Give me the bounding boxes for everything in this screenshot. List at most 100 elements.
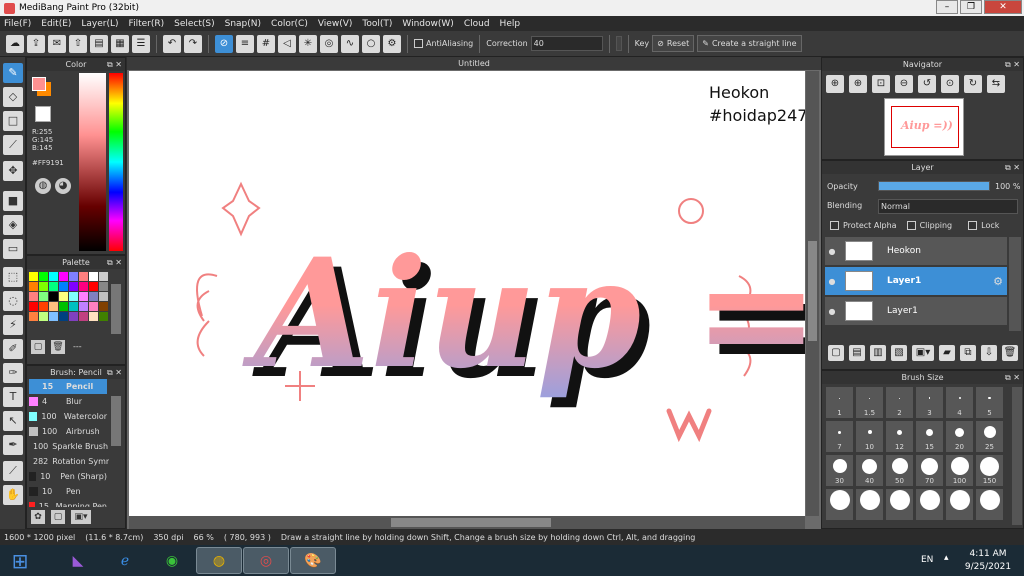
layer-settings-icon[interactable]: ⚙	[993, 275, 1003, 288]
document-icon[interactable]: ▤	[90, 34, 108, 53]
palette-swatch[interactable]	[59, 302, 68, 311]
internet-explorer-icon[interactable]: ℯ	[102, 547, 148, 574]
delete-layer-icon[interactable]: 🗑	[1002, 345, 1018, 361]
palette-swatch[interactable]	[59, 282, 68, 291]
brush-item[interactable]: 15 Mapping Pen	[29, 499, 107, 507]
gradient-tool-icon[interactable]: ▭	[3, 239, 23, 259]
brush-size-cell[interactable]: 70	[916, 455, 943, 486]
brush-size-cell[interactable]: 30	[826, 455, 853, 486]
palette-swatch[interactable]	[79, 292, 88, 301]
brush-item[interactable]: 10 Pen (Sharp)	[29, 469, 107, 484]
antialiasing-checkbox[interactable]	[414, 39, 423, 48]
palette-swatch[interactable]	[99, 272, 108, 281]
palette-swatch[interactable]	[39, 302, 48, 311]
lasso-tool-icon[interactable]: ◌	[3, 291, 23, 311]
panel-close-icon[interactable]: ⧉ ✕	[1005, 161, 1020, 174]
navigator-preview[interactable]: Aiup =))	[884, 98, 964, 156]
panel-close-icon[interactable]: ⧉ ✕	[107, 58, 122, 71]
radial-snap-icon[interactable]: ✳	[299, 34, 317, 53]
vertical-scroll-thumb[interactable]	[808, 241, 817, 341]
brush-size-scrollbar[interactable]	[1012, 387, 1022, 525]
brush-item[interactable]: 100 Watercolor	[29, 409, 107, 424]
palette-swatch[interactable]	[59, 312, 68, 321]
hand-tool-icon[interactable]: ✋	[3, 485, 23, 505]
text-tool-icon[interactable]: T	[3, 387, 23, 407]
menu-file[interactable]: File(F)	[4, 19, 31, 29]
brush-size-cell[interactable]: 1.5	[856, 387, 883, 418]
layer-type-menu-icon[interactable]: ▣▾	[912, 345, 934, 361]
horizontal-scrollbar[interactable]	[129, 516, 805, 529]
new-1bit-layer-icon[interactable]: ▧	[891, 345, 907, 361]
layer-row[interactable]: ● Layer1	[825, 297, 1007, 325]
eraser-tool-icon[interactable]: ◇	[3, 87, 23, 107]
brush-item[interactable]: 100 Airbrush	[29, 424, 107, 439]
brush-item[interactable]: 282Rotation Symmetry	[29, 454, 109, 469]
palette-swatch[interactable]	[29, 302, 38, 311]
palette-swatch[interactable]	[29, 312, 38, 321]
drawing-canvas[interactable]: Heokon #hoidap247 Aiup =)) Aiup =))	[129, 71, 805, 516]
brush-size-cell[interactable]: 7	[826, 421, 853, 452]
cloud-icon[interactable]: ☁	[6, 34, 24, 53]
brush-size-cell[interactable]: 2	[886, 387, 913, 418]
brush-size-cell[interactable]: 100	[946, 455, 973, 486]
add-palette-icon[interactable]: ▢	[31, 340, 45, 354]
color-picker-icon[interactable]: ◕	[55, 178, 71, 194]
menu-snap[interactable]: Snap(N)	[225, 19, 261, 29]
palette-swatch[interactable]	[29, 272, 38, 281]
brush-size-cell[interactable]: 3	[916, 387, 943, 418]
palette-swatch[interactable]	[59, 292, 68, 301]
brush-tool-icon[interactable]: ✎	[3, 63, 23, 83]
language-indicator[interactable]: EN	[921, 555, 933, 565]
move-tool-icon[interactable]: ✥	[3, 161, 23, 181]
palette-swatch[interactable]	[49, 302, 58, 311]
palette-swatch[interactable]	[69, 302, 78, 311]
menu-layer[interactable]: Layer(L)	[81, 19, 118, 29]
flip-icon[interactable]: ⇆	[987, 75, 1005, 93]
fill-tool-icon[interactable]: ◈	[3, 215, 23, 235]
palette-swatch[interactable]	[99, 312, 108, 321]
share-icon[interactable]: ⇪	[27, 34, 45, 53]
dot-tool-icon[interactable]: □	[3, 111, 23, 131]
reset-button[interactable]: ⊘ Reset	[652, 35, 695, 52]
fit-icon[interactable]: ⊡	[872, 75, 890, 93]
saturation-brightness-picker[interactable]	[79, 73, 106, 251]
palette-swatch[interactable]	[99, 302, 108, 311]
snap-off-icon[interactable]: ⊘	[215, 34, 233, 53]
operation-tool-icon[interactable]: ↖	[3, 411, 23, 431]
visibility-icon[interactable]: ●	[825, 307, 839, 316]
brush-size-cell[interactable]: 1	[826, 387, 853, 418]
brush-add-icon[interactable]: ✿	[31, 510, 45, 524]
paint-icon[interactable]: 🎨	[290, 547, 336, 574]
brush-item[interactable]: 100 Sparkle Brush	[29, 439, 108, 454]
palette-swatch[interactable]	[79, 302, 88, 311]
duplicate-layer-icon[interactable]: ⧉	[960, 345, 976, 361]
layer-scrollbar[interactable]	[1009, 237, 1021, 331]
brush-item[interactable]: 4 Blur	[29, 394, 107, 409]
brush-menu-icon[interactable]: ▣▾	[71, 510, 91, 524]
panel-close-icon[interactable]: ⧉ ✕	[107, 366, 122, 379]
primary-color-swatch[interactable]	[32, 77, 46, 91]
curve-snap-icon[interactable]: ∿	[341, 34, 359, 53]
horizontal-scroll-thumb[interactable]	[391, 518, 551, 527]
delete-palette-icon[interactable]: 🗑	[51, 340, 65, 354]
snap-settings-icon[interactable]: ⚙	[383, 34, 401, 53]
brush-size-cell[interactable]	[916, 489, 943, 520]
palette-swatch[interactable]	[79, 272, 88, 281]
palette-swatch[interactable]	[49, 272, 58, 281]
brush-size-cell[interactable]: 12	[886, 421, 913, 452]
correction-select[interactable]: 40	[530, 36, 603, 51]
palette-swatch[interactable]	[99, 292, 108, 301]
palette-swatch[interactable]	[39, 312, 48, 321]
palette-swatch[interactable]	[39, 292, 48, 301]
start-button[interactable]: ⊞	[2, 547, 38, 574]
document-tab[interactable]: Untitled	[127, 57, 821, 70]
select-pen-icon[interactable]: ✐	[3, 339, 23, 359]
new-8bit-layer-icon[interactable]: ▥	[870, 345, 886, 361]
brush-item[interactable]: 15 Pencil	[29, 379, 107, 394]
maximize-button[interactable]: ❐	[960, 0, 982, 14]
palette-swatch[interactable]	[49, 312, 58, 321]
comment-icon[interactable]: ✉	[48, 34, 66, 53]
checklist-icon[interactable]: ☰	[132, 34, 150, 53]
palette-swatch[interactable]	[29, 282, 38, 291]
brush-item[interactable]: 10 Pen	[29, 484, 107, 499]
